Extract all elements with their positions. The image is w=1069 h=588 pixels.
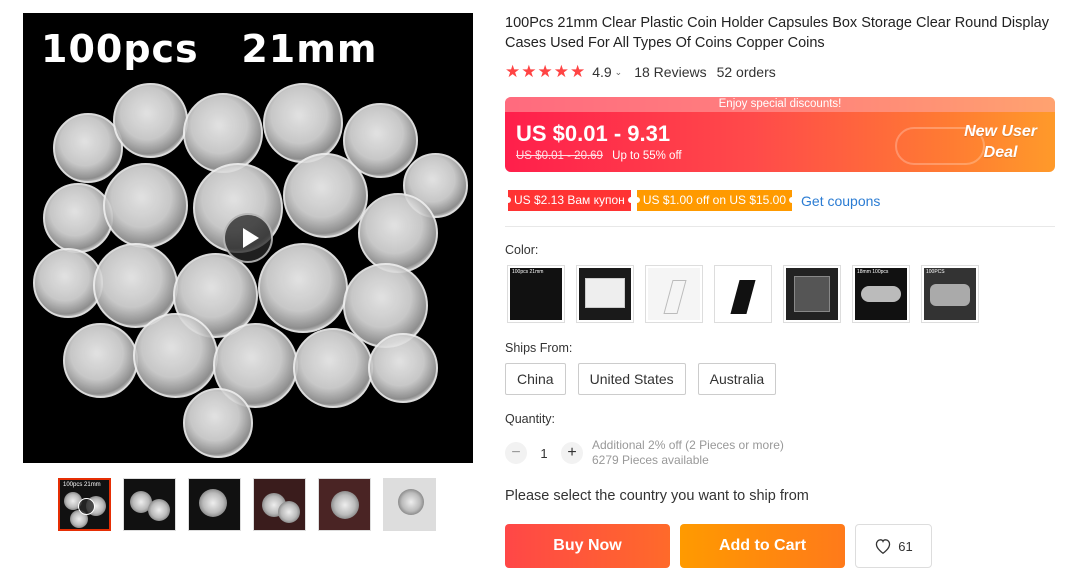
coin-graphic — [368, 333, 438, 403]
banner-note: Enjoy special discounts! — [505, 97, 1055, 112]
coin-graphic — [63, 323, 138, 398]
quantity-decrease-button[interactable]: − — [505, 442, 527, 464]
price-banner: Enjoy special discounts! US $0.01 - 9.31… — [505, 97, 1055, 172]
color-option-1[interactable]: 100pcs 21mm — [507, 265, 565, 323]
coupons-row: US $2.13 Вам купон US $1.00 off on US $1… — [505, 190, 880, 211]
wishlist-button[interactable]: 61 — [855, 524, 932, 568]
coin-graphic — [358, 193, 438, 273]
coin-graphic — [258, 243, 348, 333]
storage-box-thumb — [579, 268, 631, 320]
coin-tray-thumb — [786, 268, 838, 320]
badge-line-1: New User — [964, 123, 1037, 140]
quantity-increase-button[interactable]: + — [561, 442, 583, 464]
coin-tubes-thumb: 100PCS — [924, 268, 976, 320]
rating-row: ★★★★★ 4.9 ⌄ 18 Reviews 52 orders — [505, 62, 776, 82]
color-option-5[interactable] — [783, 265, 841, 323]
color-label: Color: — [505, 243, 539, 257]
ship-option-united-states[interactable]: United States — [577, 363, 686, 395]
quantity-value[interactable]: 1 — [527, 446, 561, 461]
coin-tube-thumb: 18mm 100pcs — [855, 268, 907, 320]
ship-option-china[interactable]: China — [505, 363, 566, 395]
play-video-button[interactable] — [223, 213, 273, 263]
color-option-2[interactable] — [576, 265, 634, 323]
stand-graphic — [663, 280, 687, 314]
product-title: 100Pcs 21mm Clear Plastic Coin Holder Ca… — [505, 15, 1049, 51]
coin-graphic — [283, 153, 368, 238]
original-price: US $0.01 - 20.69 — [516, 150, 603, 162]
color-options: 100pcs 21mm 18mm 100pcs 100PCS — [507, 265, 979, 323]
coin-graphic — [331, 491, 359, 519]
coin-graphic — [263, 83, 343, 163]
coin-graphic — [113, 83, 188, 158]
thumbnail-6[interactable] — [383, 478, 436, 531]
reviews-link[interactable]: 18 Reviews — [634, 64, 706, 80]
thumbnail-5[interactable] — [318, 478, 371, 531]
coupon-store[interactable]: US $2.13 Вам купон — [505, 190, 634, 211]
coin-graphic — [183, 93, 263, 173]
thumbnail-4[interactable] — [253, 478, 306, 531]
color-option-7[interactable]: 100PCS — [921, 265, 979, 323]
rating-value[interactable]: 4.9 — [592, 64, 611, 80]
stand-black-thumb — [717, 268, 769, 320]
ships-from-label: Ships From: — [505, 341, 573, 355]
add-to-cart-button[interactable]: Add to Cart — [680, 524, 845, 568]
color-thumb-label: 100pcs 21mm — [512, 269, 544, 275]
storage-box-graphic — [585, 278, 625, 308]
price-range: US $0.01 - 9.31 — [516, 121, 671, 146]
coin-graphic — [133, 313, 218, 398]
coin-graphic — [398, 489, 424, 515]
coin-graphic — [183, 388, 253, 458]
thumbnail-strip: 100pcs 21mm — [58, 478, 436, 531]
coin-graphic — [199, 489, 227, 517]
badge-line-2: Deal — [983, 144, 1018, 161]
thumbnail-1[interactable]: 100pcs 21mm — [58, 478, 111, 531]
ship-country-message: Please select the country you want to sh… — [505, 488, 809, 504]
thumbnail-label: 100pcs 21mm — [63, 482, 101, 488]
new-user-deal-badge: New User Deal — [964, 121, 1037, 163]
quantity-label: Quantity: — [505, 412, 556, 426]
quantity-stepper: − 1 + Additional 2% off (2 Pieces or mor… — [505, 438, 784, 468]
color-option-6[interactable]: 18mm 100pcs — [852, 265, 910, 323]
color-thumb-label: 100PCS — [926, 269, 945, 275]
stand-clear-thumb — [648, 268, 700, 320]
color-option-3[interactable] — [645, 265, 703, 323]
color-thumb-label: 18mm 100pcs — [857, 269, 889, 275]
ships-from-options: China United States Australia — [505, 363, 777, 395]
buy-now-button[interactable]: Buy Now — [505, 524, 670, 568]
wishlist-count: 61 — [898, 538, 913, 554]
orders-count: 52 orders — [716, 64, 776, 80]
thumbnail-3[interactable] — [188, 478, 241, 531]
main-product-image[interactable]: 100pcs 21mm — [23, 13, 473, 463]
divider — [505, 226, 1055, 227]
stand-graphic — [730, 280, 756, 314]
tube-graphic — [861, 286, 901, 302]
coupon-discount[interactable]: US $1.00 off on US $15.00 — [633, 190, 796, 211]
ship-option-australia[interactable]: Australia — [697, 363, 777, 395]
bulk-discount-note: Additional 2% off (2 Pieces or more) — [592, 438, 784, 452]
play-icon — [78, 498, 95, 515]
price-original-row: US $0.01 - 20.69 Up to 55% off — [516, 150, 682, 162]
thumbnail-2[interactable] — [123, 478, 176, 531]
stock-available: 6279 Pieces available — [592, 453, 709, 467]
get-coupons-link[interactable]: Get coupons — [801, 193, 880, 209]
discount-label: Up to 55% off — [612, 150, 682, 162]
quantity-info: Additional 2% off (2 Pieces or more) 627… — [592, 438, 784, 468]
tube-graphic — [930, 284, 970, 306]
color-thumb: 100pcs 21mm — [510, 268, 562, 320]
chevron-down-icon[interactable]: ⌄ — [615, 67, 623, 78]
coin-graphic — [293, 328, 373, 408]
coin-graphic — [43, 183, 113, 253]
star-rating-icon: ★★★★★ — [505, 62, 587, 81]
coin-graphic — [148, 499, 170, 521]
image-overlay-text: 100pcs 21mm — [41, 27, 378, 71]
play-icon — [242, 228, 259, 248]
heart-icon — [874, 538, 892, 554]
coin-graphic — [278, 501, 300, 523]
tray-graphic — [794, 276, 830, 312]
coin-graphic — [103, 163, 188, 248]
color-option-4[interactable] — [714, 265, 772, 323]
